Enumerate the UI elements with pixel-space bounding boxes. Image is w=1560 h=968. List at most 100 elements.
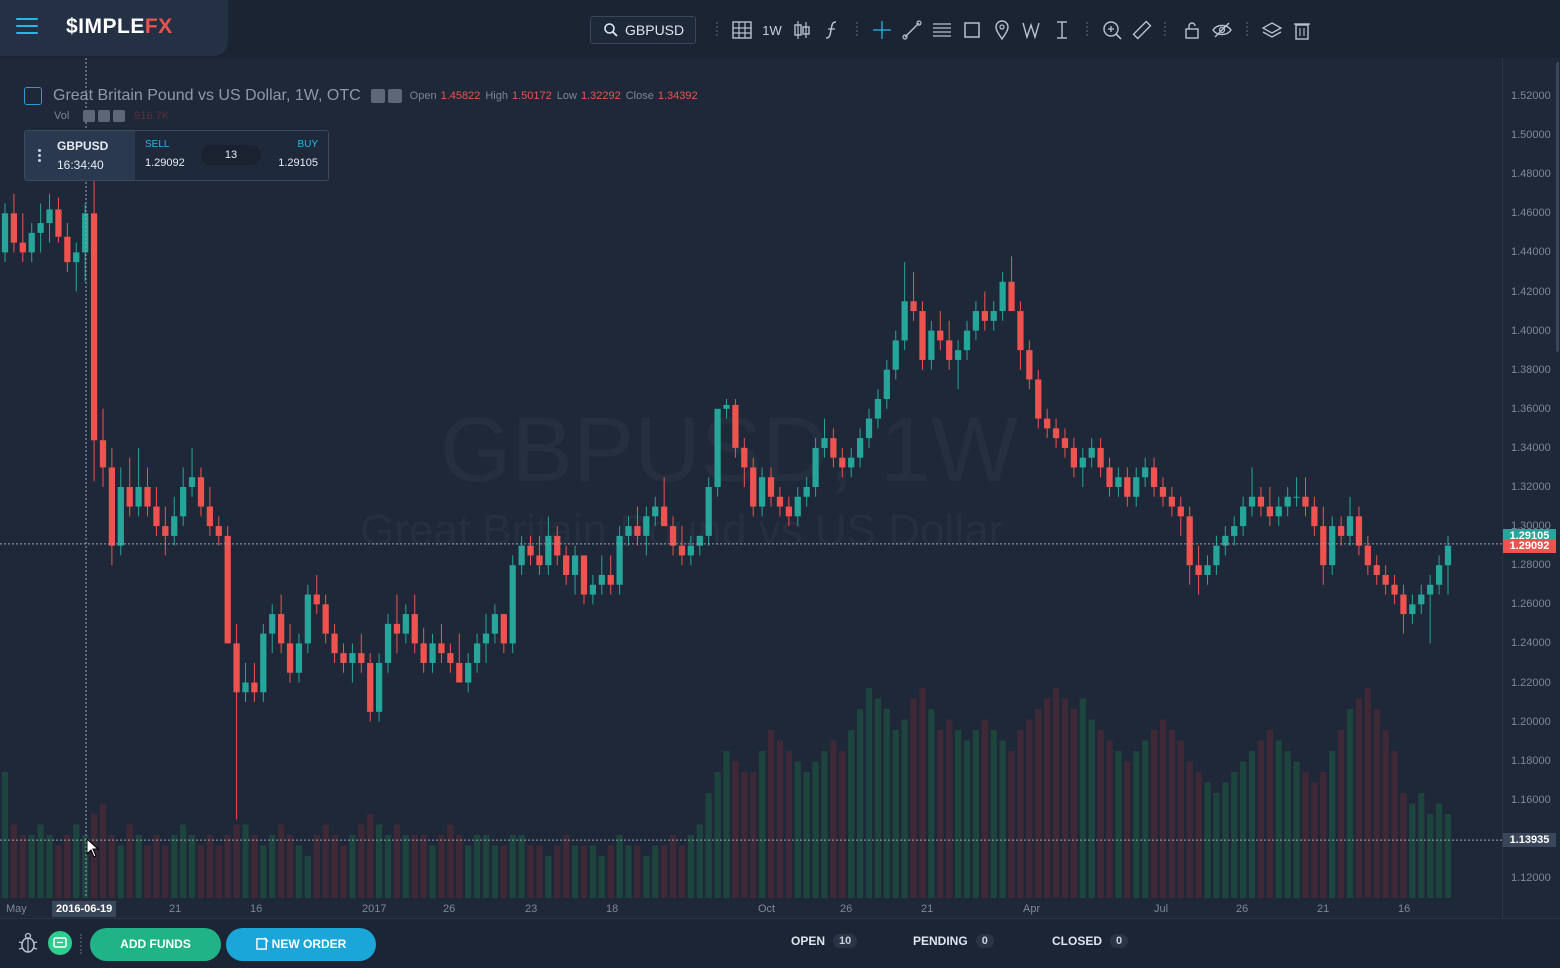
- fib-icon: [933, 23, 951, 37]
- price-tick-label: 1.22000: [1511, 676, 1551, 689]
- open-positions-tab[interactable]: OPEN 10: [791, 934, 858, 948]
- fib-button[interactable]: [930, 18, 954, 42]
- toolbar-separator: [716, 22, 718, 36]
- symbol-search-button[interactable]: GBPUSD: [590, 16, 696, 44]
- layers-button[interactable]: [1260, 18, 1284, 42]
- time-tick-label: 2017: [362, 903, 387, 915]
- hide-drawings-button[interactable]: [1210, 18, 1234, 42]
- closed-tab-label: CLOSED: [1052, 934, 1103, 948]
- chat-icon[interactable]: [48, 931, 72, 955]
- legend-visibility-icon[interactable]: [387, 89, 402, 103]
- volume-bar: [269, 835, 276, 898]
- candle: [750, 457, 757, 517]
- sell-price: 1.29092: [145, 157, 185, 169]
- volume-settings-icon[interactable]: [98, 110, 111, 122]
- volume-bar: [1284, 751, 1291, 898]
- delete-drawings-button[interactable]: [1290, 18, 1314, 42]
- volume-bar: [705, 793, 712, 898]
- volume-bar: [723, 751, 730, 898]
- add-funds-button[interactable]: ADD FUNDS: [90, 928, 221, 961]
- zoom-in-button[interactable]: [1100, 18, 1124, 42]
- candle: [10, 193, 18, 253]
- volume-bar: [1257, 740, 1265, 898]
- volume-visibility-icon[interactable]: [83, 110, 96, 122]
- volume-bar: [776, 740, 784, 898]
- simplefx-logo[interactable]: $IMPLEFX: [66, 15, 173, 39]
- volume-bar: [830, 740, 837, 898]
- close-label: Close: [625, 90, 654, 102]
- chart-type-button[interactable]: [790, 18, 814, 42]
- symbol-settings-icon[interactable]: [24, 87, 42, 105]
- volume-bar: [1026, 719, 1033, 898]
- candle: [1008, 256, 1015, 312]
- volume-bar: [1150, 730, 1158, 898]
- price-tick-label: 1.18000: [1511, 754, 1551, 767]
- time-tick-label: 16: [250, 903, 263, 915]
- open-count-badge: 10: [833, 934, 858, 948]
- candle: [839, 447, 846, 478]
- volume-bar: [55, 845, 62, 898]
- candle: [999, 271, 1006, 321]
- grid-layout-button[interactable]: [730, 18, 754, 42]
- hamburger-menu-icon[interactable]: [16, 18, 38, 36]
- low-label: Low: [556, 90, 577, 102]
- candle: [919, 301, 926, 370]
- time-axis[interactable]: May 21 16 2017 26 23 18 Oct 26 21 Apr Jul 26 21 16: [0, 898, 1502, 918]
- candle: [1293, 477, 1300, 507]
- legend-settings-icon[interactable]: [370, 89, 385, 103]
- volume-bar: [527, 845, 534, 898]
- chart-canvas[interactable]: GBPUSD, 1W Great Britain Pound vs US Dol…: [0, 58, 1502, 918]
- more-options-icon[interactable]: [38, 149, 41, 164]
- pattern-button[interactable]: [1020, 18, 1044, 42]
- volume-bar: [295, 845, 303, 898]
- candle: [295, 633, 303, 683]
- volume-bar: [429, 845, 436, 898]
- volume-close-icon[interactable]: [113, 110, 126, 122]
- measure-button[interactable]: [1050, 18, 1074, 42]
- pattern-icon: [1022, 22, 1040, 40]
- candle: [473, 633, 481, 673]
- pin-button[interactable]: [990, 18, 1014, 42]
- cursor-date-tag: 2016-06-19: [52, 901, 117, 917]
- candle: [1444, 535, 1452, 595]
- ruler-button[interactable]: [1130, 18, 1154, 42]
- candle: [99, 408, 107, 487]
- new-order-button[interactable]: NEW ORDER: [226, 928, 376, 961]
- volume-bar: [937, 730, 944, 898]
- candle: [678, 526, 686, 566]
- candle: [1035, 369, 1042, 429]
- pending-orders-tab[interactable]: PENDING 0: [913, 934, 994, 948]
- price-tick-label: 1.12000: [1511, 872, 1551, 884]
- volume-bar: [224, 835, 231, 898]
- volume-bar: [1427, 814, 1434, 898]
- candle: [616, 526, 623, 595]
- bug-report-icon[interactable]: [16, 931, 40, 955]
- crosshair-button[interactable]: [870, 18, 894, 42]
- closed-positions-tab[interactable]: CLOSED 0: [1052, 934, 1129, 948]
- indicators-button[interactable]: [820, 18, 844, 42]
- price-axis[interactable]: 1.52000 1.50000 1.48000 1.46000 1.44000 1.420…: [1502, 58, 1560, 918]
- volume-bar: [910, 698, 917, 898]
- candle: [64, 223, 71, 272]
- interval-label: 1W: [762, 22, 782, 38]
- volume-bar: [19, 835, 26, 898]
- trend-line-button[interactable]: [900, 18, 924, 42]
- volume-bar: [892, 730, 899, 898]
- lock-button[interactable]: [1180, 18, 1204, 42]
- interval-button[interactable]: 1W: [760, 18, 784, 42]
- volume-bar: [732, 761, 739, 898]
- price-axis-scrollbar[interactable]: [1556, 62, 1559, 352]
- volume-bar: [197, 845, 205, 898]
- volume-bar: [812, 761, 819, 898]
- top-toolbar: $IMPLEFX GBPUSD 1W: [0, 0, 1560, 58]
- price-tick-label: 1.40000: [1511, 324, 1551, 337]
- toolbar-separator: [1164, 22, 1166, 36]
- volume-bar: [518, 835, 525, 898]
- volume-bar: [1133, 751, 1140, 898]
- volume-bar: [1400, 793, 1407, 898]
- candle: [1311, 496, 1318, 536]
- volume-bar: [465, 845, 472, 898]
- volume-bar: [1418, 793, 1425, 898]
- candle: [518, 535, 525, 575]
- rectangle-button[interactable]: [960, 18, 984, 42]
